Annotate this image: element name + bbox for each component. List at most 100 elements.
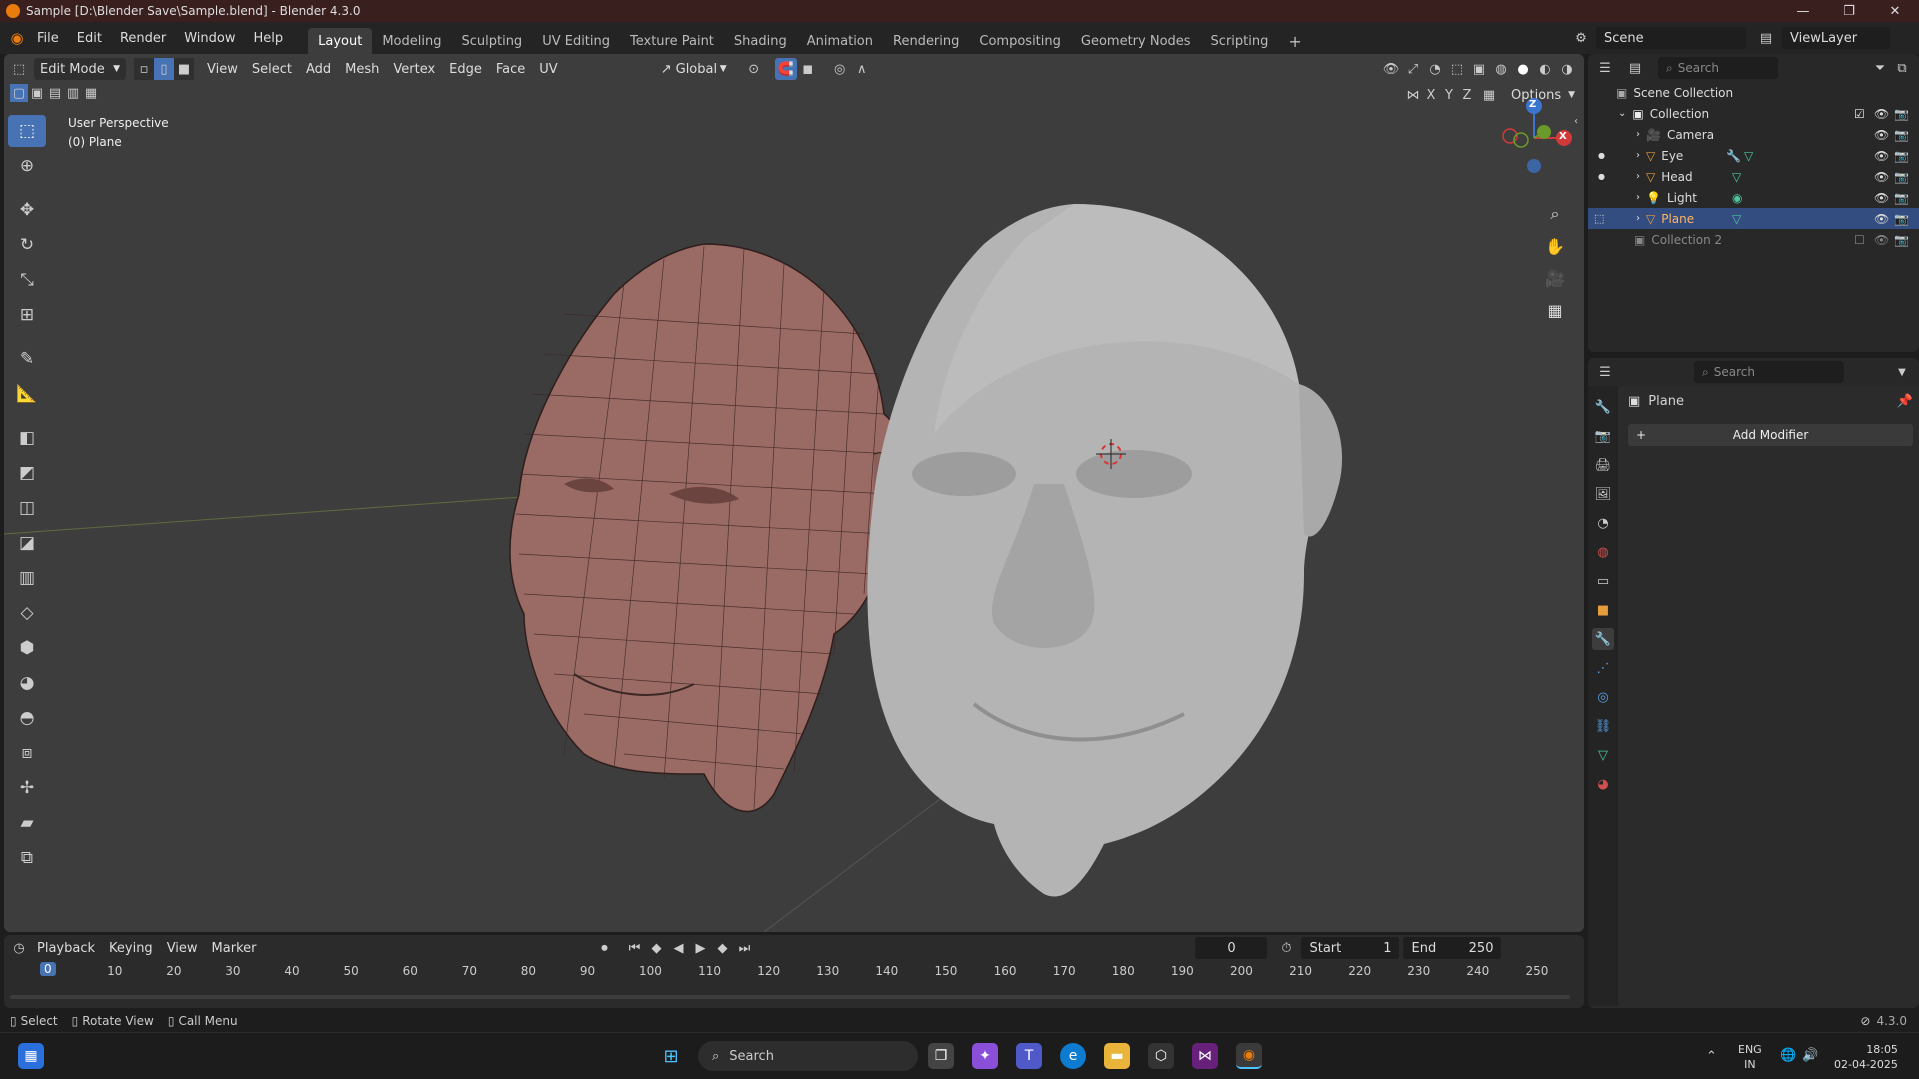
chevron-up-icon[interactable]: ⌃ [1706, 1049, 1717, 1064]
collection-2-row[interactable]: ▣ Collection 2 ☐ 👁 📷 [1588, 229, 1919, 250]
measure-tool-icon[interactable]: 📐 [8, 378, 46, 410]
taskbar-search[interactable]: ⌕ Search [698, 1041, 918, 1071]
scene-selector[interactable]: Scene [1596, 27, 1746, 49]
outliner-item-camera[interactable]: › 🎥 Camera 👁 📷 [1588, 124, 1919, 145]
shear-tool-icon[interactable]: ▰ [8, 807, 46, 839]
tool-tab-icon[interactable]: 🔧 [1592, 396, 1614, 418]
constraints-tab-icon[interactable]: ⛓ [1592, 715, 1614, 737]
navigation-gizmo[interactable]: Z X [1494, 94, 1574, 174]
add-workspace-icon[interactable]: + [1278, 28, 1311, 54]
knife-tool-icon[interactable]: ◇ [8, 597, 46, 629]
menu-view[interactable]: View [200, 58, 245, 80]
rotate-tool-icon[interactable]: ↻ [8, 229, 46, 261]
menu-mesh[interactable]: Mesh [338, 58, 386, 80]
editor-type-icon[interactable]: ⬚ [8, 58, 30, 80]
widgets-icon[interactable]: ▦ [18, 1043, 44, 1069]
mode-dropdown[interactable]: Edit Mode ▼ [34, 58, 126, 80]
add-cube-tool-icon[interactable]: ◧ [8, 422, 46, 454]
tab-uv-editing[interactable]: UV Editing [532, 28, 620, 54]
select-subtract-icon[interactable]: ▤ [46, 84, 64, 102]
tab-animation[interactable]: Animation [797, 28, 883, 54]
collection-row[interactable]: ⌄ ▣ Collection ☑ 👁 📷 [1588, 103, 1919, 124]
falloff-icon[interactable]: ∧ [851, 58, 873, 80]
pivot-icon[interactable]: ⊙ [743, 58, 765, 80]
visual-studio-icon[interactable]: ⋈ [1192, 1043, 1218, 1069]
object-tab-icon[interactable]: ■ [1592, 599, 1614, 621]
expand-arrow-icon[interactable]: › [1636, 213, 1640, 224]
render-camera-icon[interactable]: 📷 [1894, 128, 1909, 142]
frame-ruler[interactable]: 0 10 20 30 40 50 60 70 80 90 100 110 120 130 140 150 16… [4, 961, 1584, 983]
next-keyframe-icon[interactable]: ◆ [711, 937, 733, 959]
eye-icon[interactable]: 👁 [1874, 107, 1889, 121]
menu-select[interactable]: Select [245, 58, 299, 80]
tab-scripting[interactable]: Scripting [1201, 28, 1279, 54]
properties-search-input[interactable]: ⌕ Search [1694, 361, 1844, 383]
eye-icon[interactable]: 👁 [1874, 149, 1889, 163]
scene-icon[interactable]: ⚙ [1570, 27, 1592, 49]
modifier-tab-icon[interactable]: 🔧 [1592, 628, 1614, 650]
expand-arrow-icon[interactable]: › [1636, 171, 1640, 182]
solid-shading-icon[interactable]: ● [1512, 58, 1534, 80]
zoom-icon[interactable]: ⌕ [1540, 199, 1570, 229]
menu-marker[interactable]: Marker [205, 937, 264, 959]
eye-icon[interactable]: 👁 [1874, 191, 1889, 205]
eye-icon[interactable]: 👁 [1874, 128, 1889, 142]
axis-x-toggle[interactable]: X [1422, 86, 1440, 104]
render-camera-icon[interactable]: 📷 [1894, 149, 1909, 163]
scene-tab-icon[interactable]: ◔ [1592, 512, 1614, 534]
tab-sculpting[interactable]: Sculpting [451, 28, 532, 54]
clock[interactable]: 18:05 02-04-2025 [1834, 1042, 1898, 1072]
material-tab-icon[interactable]: ◕ [1592, 773, 1614, 795]
tab-geometry-nodes[interactable]: Geometry Nodes [1071, 28, 1201, 54]
edge-slide-tool-icon[interactable]: ⧈ [8, 737, 46, 769]
menu-face[interactable]: Face [489, 58, 532, 80]
select-extend-icon[interactable]: ▣ [28, 84, 46, 102]
particles-tab-icon[interactable]: ⋰ [1592, 657, 1614, 679]
tab-texture-paint[interactable]: Texture Paint [620, 28, 724, 54]
data-tab-icon[interactable]: ▽ [1592, 744, 1614, 766]
shrink-tool-icon[interactable]: ✢ [8, 772, 46, 804]
inset-tool-icon[interactable]: ◫ [8, 492, 46, 524]
poly-build-tool-icon[interactable]: ⬢ [8, 632, 46, 664]
rendered-shading-icon[interactable]: ◑ [1556, 58, 1578, 80]
stopwatch-icon[interactable]: ⏱ [1275, 937, 1297, 959]
vertex-select-icon[interactable]: ▫ [134, 58, 154, 80]
edge-select-icon[interactable]: ▯ [154, 58, 174, 80]
rip-tool-icon[interactable]: ⧉ [8, 842, 46, 874]
outliner-item-eye[interactable]: ● › ▽ Eye 🔧 ▽ 👁 📷 [1588, 145, 1919, 166]
display-mode-icon[interactable]: ▤ [1624, 57, 1646, 79]
view-layer-selector[interactable]: ViewLayer [1782, 27, 1890, 49]
prev-keyframe-icon[interactable]: ◆ [645, 937, 667, 959]
render-camera-icon[interactable]: 📷 [1894, 233, 1909, 247]
task-view-icon[interactable]: ❐ [928, 1043, 954, 1069]
tab-rendering[interactable]: Rendering [883, 28, 969, 54]
unity-icon[interactable]: ⬡ [1148, 1043, 1174, 1069]
minimize-button[interactable]: — [1780, 0, 1826, 22]
menu-add[interactable]: Add [299, 58, 338, 80]
start-frame-field[interactable]: Start 1 [1301, 937, 1400, 959]
copilot-icon[interactable]: ✦ [972, 1043, 998, 1069]
windows-start-icon[interactable]: ⊞ [658, 1043, 684, 1069]
new-collection-icon[interactable]: ⧉ [1891, 57, 1913, 79]
timeline-editor-icon[interactable]: ◷ [8, 937, 30, 959]
render-tab-icon[interactable]: 📷 [1592, 425, 1614, 447]
play-reverse-icon[interactable]: ◀ [667, 937, 689, 959]
overlay-icon[interactable]: ◔ [1424, 58, 1446, 80]
render-camera-icon[interactable]: 📷 [1894, 191, 1909, 205]
teams-icon[interactable]: T [1016, 1043, 1042, 1069]
eye-icon[interactable]: 👁 [1874, 212, 1889, 226]
select-invert-icon[interactable]: ▥ [64, 84, 82, 102]
tab-compositing[interactable]: Compositing [969, 28, 1071, 54]
extrude-tool-icon[interactable]: ◩ [8, 457, 46, 489]
render-camera-icon[interactable]: 📷 [1894, 107, 1909, 121]
smooth-tool-icon[interactable]: ◓ [8, 702, 46, 734]
expand-arrow-icon[interactable]: › [1636, 192, 1640, 203]
edge-browser-icon[interactable]: e [1060, 1043, 1086, 1069]
orientation-dropdown[interactable]: ↗ Global ▼ [655, 58, 733, 80]
scale-tool-icon[interactable]: ⤡ [8, 264, 46, 296]
menu-timeline-view[interactable]: View [160, 937, 205, 959]
tab-shading[interactable]: Shading [724, 28, 797, 54]
annotate-tool-icon[interactable]: ✎ [8, 343, 46, 375]
outliner-item-plane[interactable]: ⬚ › ▽ Plane ▽ 👁 📷 [1588, 208, 1919, 229]
render-camera-icon[interactable]: 📷 [1894, 212, 1909, 226]
